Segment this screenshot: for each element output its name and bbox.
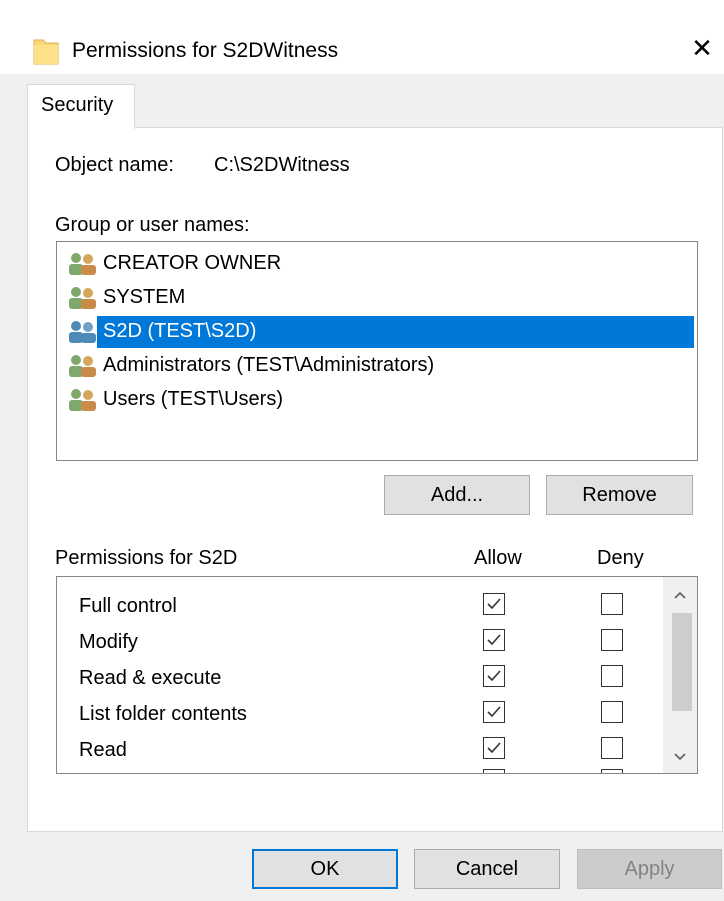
user-group-icon	[69, 287, 96, 309]
permission-name: Full control	[79, 595, 177, 617]
permission-row-partial	[57, 769, 657, 773]
list-item-label: Users (TEST\Users)	[103, 388, 283, 410]
allow-checkbox[interactable]	[483, 769, 505, 773]
list-item-s2d[interactable]: S2D (TEST\S2D)	[97, 316, 694, 348]
cancel-button[interactable]: Cancel	[414, 849, 560, 889]
list-item-system[interactable]: SYSTEM	[67, 282, 695, 314]
permission-row-read: Read	[57, 733, 657, 769]
group-list-label: Group or user names:	[55, 214, 250, 236]
scroll-down-icon[interactable]	[663, 743, 697, 771]
list-item-creator-owner[interactable]: CREATOR OWNER	[67, 248, 695, 280]
allow-checkbox[interactable]	[483, 593, 505, 615]
permissions-list[interactable]: Full control Modify Read & execute List …	[56, 576, 698, 774]
cancel-button-label: Cancel	[455, 857, 519, 880]
deny-checkbox[interactable]	[601, 737, 623, 759]
permission-name: Read & execute	[79, 667, 222, 689]
close-button[interactable]: ✕	[680, 24, 724, 72]
deny-checkbox[interactable]	[601, 629, 623, 651]
user-group-icon	[69, 389, 96, 411]
add-button[interactable]: Add...	[384, 475, 530, 515]
user-group-icon	[69, 355, 96, 377]
object-name-value: C:\S2DWitness	[214, 154, 350, 176]
allow-checkbox[interactable]	[483, 629, 505, 651]
tab-security-label: Security	[41, 94, 114, 116]
group-user-listbox[interactable]: CREATOR OWNER SYSTEM S2D (TEST\S2D) Admi…	[56, 241, 698, 461]
allow-checkbox[interactable]	[483, 665, 505, 687]
window-title: Permissions for S2DWitness	[72, 39, 339, 62]
deny-checkbox[interactable]	[601, 593, 623, 615]
permission-row-read-execute: Read & execute	[57, 661, 657, 697]
apply-button-label: Apply	[624, 857, 675, 880]
user-group-icon	[69, 253, 96, 275]
permissions-scrollbar[interactable]	[663, 577, 697, 773]
list-item-label: S2D (TEST\S2D)	[103, 320, 257, 342]
scroll-up-icon[interactable]	[663, 581, 697, 609]
permission-name: Modify	[79, 631, 138, 653]
allow-checkbox[interactable]	[483, 701, 505, 723]
deny-checkbox[interactable]	[601, 701, 623, 723]
ok-button[interactable]: OK	[252, 849, 398, 889]
tab-security[interactable]: Security	[27, 84, 135, 129]
apply-button[interactable]: Apply	[577, 849, 722, 889]
scrollbar-thumb[interactable]	[672, 613, 692, 711]
deny-checkbox[interactable]	[601, 665, 623, 687]
allow-checkbox[interactable]	[483, 737, 505, 759]
list-item-label: CREATOR OWNER	[103, 252, 282, 274]
list-item-label: SYSTEM	[103, 286, 186, 308]
remove-button[interactable]: Remove	[546, 475, 693, 515]
permission-row-modify: Modify	[57, 625, 657, 661]
list-item-label: Administrators (TEST\Administrators)	[103, 354, 435, 376]
list-item-users[interactable]: Users (TEST\Users)	[67, 384, 695, 416]
close-icon: ✕	[691, 32, 713, 63]
permissions-label: Permissions for S2D	[55, 547, 238, 569]
permission-name: Read	[79, 739, 127, 761]
deny-checkbox[interactable]	[601, 769, 623, 773]
allow-column-header: Allow	[474, 547, 522, 569]
folder-icon	[33, 39, 59, 65]
deny-column-header: Deny	[597, 547, 644, 569]
list-item-administrators[interactable]: Administrators (TEST\Administrators)	[67, 350, 695, 382]
permission-row-full-control: Full control	[57, 589, 657, 625]
permission-row-list-folder-contents: List folder contents	[57, 697, 657, 733]
remove-button-label: Remove	[582, 483, 657, 506]
ok-button-label: OK	[310, 857, 340, 880]
user-group-icon	[69, 321, 96, 343]
title-bar[interactable]: Permissions for S2DWitness ✕	[0, 10, 724, 74]
add-button-label: Add...	[430, 483, 484, 506]
permission-name: List folder contents	[79, 703, 247, 725]
object-name-label: Object name:	[55, 154, 174, 176]
